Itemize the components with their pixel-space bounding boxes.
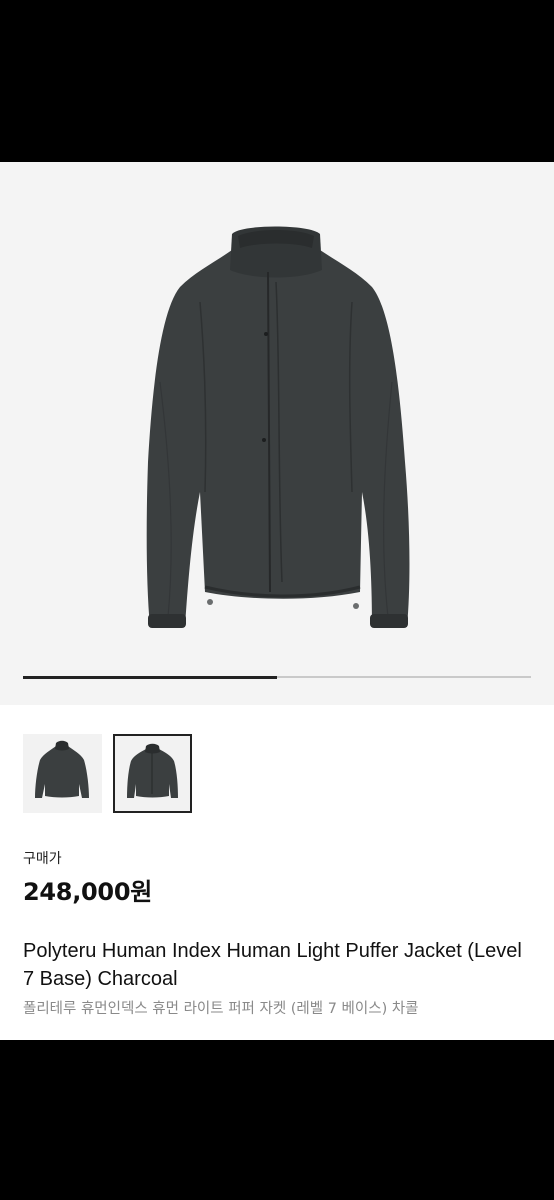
jacket-image: [146, 226, 410, 628]
thumbnail-1[interactable]: [23, 734, 102, 813]
status-area: [0, 0, 554, 162]
carousel-progress-fill: [23, 675, 277, 679]
product-title-korean: 폴리테루 휴먼인덱스 휴먼 라이트 퍼퍼 자켓 (레벨 7 베이스) 차콜: [23, 1001, 419, 1017]
carousel-progress-bar: [23, 675, 531, 679]
product-image-carousel[interactable]: [0, 162, 554, 705]
price-label: 구매가: [23, 851, 62, 867]
bottom-area: [0, 1040, 554, 1200]
thumbnail-2[interactable]: [113, 734, 192, 813]
jacket-thumbnail-image: [127, 743, 178, 798]
price-value: 248,000원: [23, 878, 152, 906]
product-detail: 구매가 248,000원 Polyteru Human Index Human …: [0, 162, 554, 1040]
jacket-thumbnail-image: [35, 740, 89, 798]
product-title-english: Polyteru Human Index Human Light Puffer …: [23, 940, 522, 990]
